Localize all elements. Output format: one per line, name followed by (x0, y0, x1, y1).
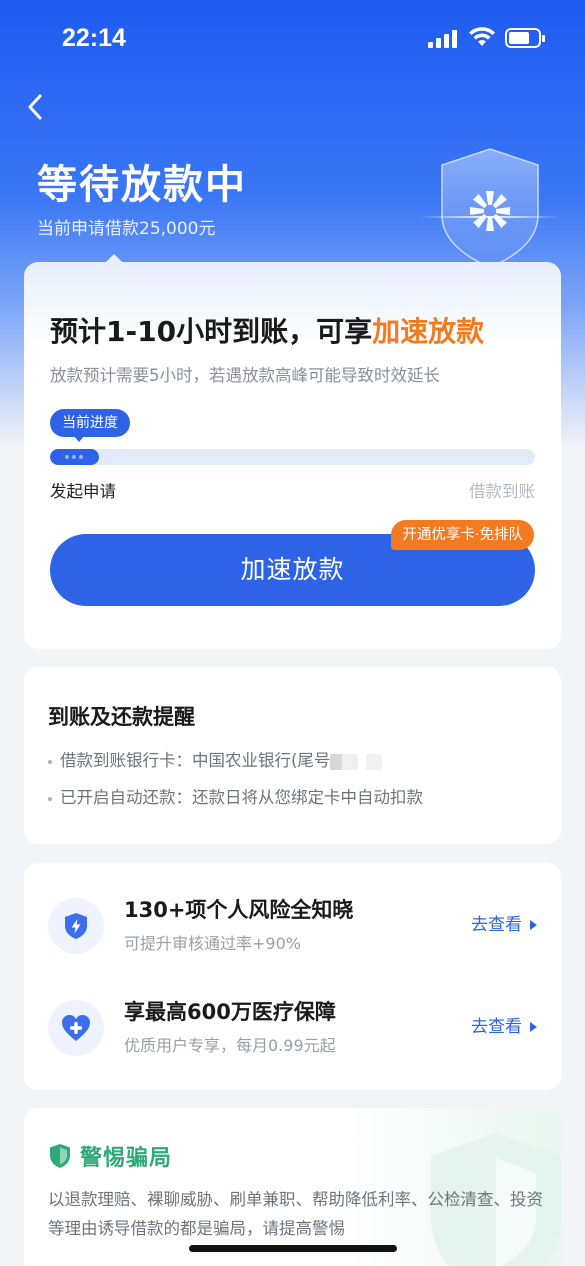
warning-title: 警惕骗局 (80, 1146, 173, 1171)
back-arrow-icon[interactable] (24, 92, 48, 122)
bullet-icon (48, 759, 52, 764)
shield-check-icon (50, 1144, 70, 1168)
service-title: 130+项个人风险全知晓 (124, 898, 354, 922)
arrival-headline: 预计1-10小时到账，可享加速放款 (50, 315, 485, 348)
reminder-card: 到账及还款提醒 借款到账银行卡：中国农业银行(尾号 已开启自动还款：还款日将从您… (24, 667, 561, 844)
bullet-icon (48, 796, 52, 801)
battery-icon (505, 28, 545, 48)
service-risk-report[interactable]: 130+项个人风险全知晓 可提升审核通过率+90% 去查看 (48, 896, 537, 956)
progress-track (50, 449, 535, 465)
reminder-title: 到账及还款提醒 (48, 705, 195, 729)
heart-plus-icon (48, 1000, 104, 1056)
status-bar: 22:14 (0, 0, 585, 80)
step-start-label: 发起申请 (50, 482, 116, 501)
service-desc: 优质用户专享，每月0.99元起 (124, 1036, 336, 1055)
arrival-note: 放款预计需要5小时，若遇放款高峰可能导致时效延长 (50, 366, 440, 385)
reminder-bank-card: 借款到账银行卡：中国农业银行(尾号 (48, 747, 383, 771)
loan-amount-subtitle: 当前申请借款25,000元 (37, 219, 216, 239)
service-medical-coverage[interactable]: 享最高600万医疗保障 优质用户专享，每月0.99元起 去查看 (48, 998, 537, 1058)
wifi-icon (469, 27, 495, 46)
service-title: 享最高600万医疗保障 (124, 1000, 336, 1024)
reminder-auto-repay: 已开启自动还款：还款日将从您绑定卡中自动扣款 (48, 784, 423, 808)
page-title: 等待放款中 (37, 162, 247, 208)
shield-logo-icon (420, 148, 560, 268)
service-desc: 可提升审核通过率+90% (124, 934, 301, 953)
triangle-right-icon (530, 920, 537, 930)
speed-up-highlight: 加速放款 (372, 315, 485, 348)
vip-card-badge[interactable]: 开通优享卡·免排队 (391, 520, 534, 550)
fraud-warning-card: 警惕骗局 以退款理赔、裸聊威胁、刷单兼职、帮助降低利率、公检清查、投资等理由诱导… (24, 1108, 561, 1266)
current-progress-tag: 当前进度 (50, 409, 130, 442)
loan-progress-card: 预计1-10小时到账，可享加速放款 放款预计需要5小时，若遇放款高峰可能导致时效… (24, 254, 561, 649)
shield-lightning-icon (48, 898, 104, 954)
masked-card-number (330, 753, 383, 770)
status-time: 22:14 (62, 24, 126, 52)
progress-bar-fill (50, 449, 99, 465)
cellular-signal-icon (428, 30, 458, 48)
step-end-label: 借款到账 (469, 482, 535, 501)
services-card: 130+项个人风险全知晓 可提升审核通过率+90% 去查看 享最高600万医疗保… (24, 863, 561, 1090)
triangle-right-icon (530, 1022, 537, 1032)
view-medical-coverage-link[interactable]: 去查看 (471, 1012, 537, 1037)
view-risk-report-link[interactable]: 去查看 (471, 910, 537, 935)
warning-text: 以退款理赔、裸聊威胁、刷单兼职、帮助降低利率、公检清查、投资等理由诱导借款的都是… (48, 1190, 543, 1238)
home-indicator[interactable] (189, 1245, 397, 1252)
